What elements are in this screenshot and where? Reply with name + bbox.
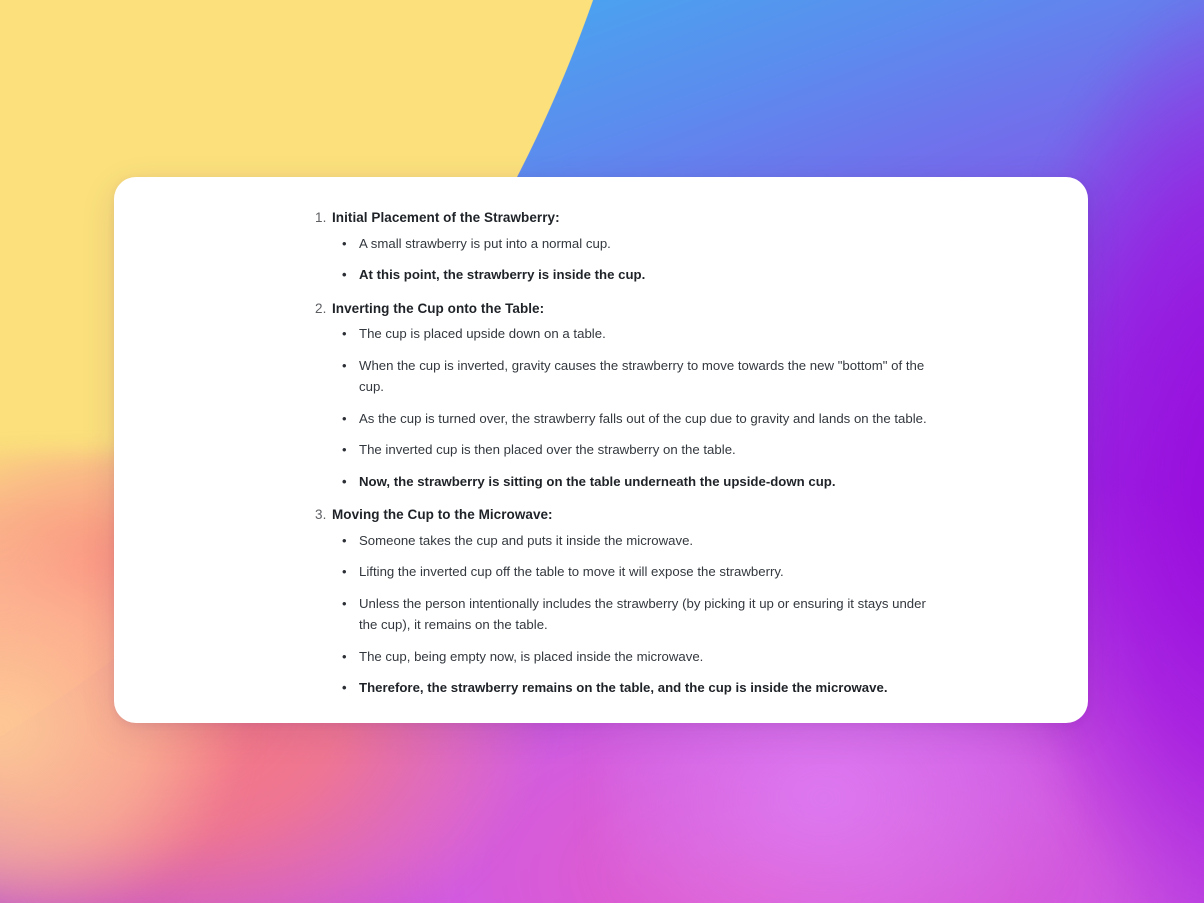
bullet-item: As the cup is turned over, the strawberr… xyxy=(342,408,935,430)
bullet-list: Someone takes the cup and puts it inside… xyxy=(342,530,935,699)
step-heading: Inverting the Cup onto the Table: xyxy=(315,299,545,318)
bullet-item-emphasis: Therefore, the strawberry remains on the… xyxy=(342,677,935,699)
bullet-item-emphasis: At this point, the strawberry is inside … xyxy=(342,264,935,286)
bullet-list: The cup is placed upside down on a table… xyxy=(342,323,935,492)
bullet-item: The cup, being empty now, is placed insi… xyxy=(342,646,935,668)
bullet-item: Someone takes the cup and puts it inside… xyxy=(342,530,935,552)
bullet-item: The cup is placed upside down on a table… xyxy=(342,323,935,345)
desktop-wallpaper: Initial Placement of the Strawberry: A sm… xyxy=(0,0,1204,903)
step-heading: Initial Placement of the Strawberry: xyxy=(315,208,560,227)
answer-card: Initial Placement of the Strawberry: A sm… xyxy=(114,177,1088,723)
step-item: Inverting the Cup onto the Table: The cup… xyxy=(315,299,935,493)
bullet-item: When the cup is inverted, gravity causes… xyxy=(342,355,935,398)
bullet-item: Unless the person intentionally includes… xyxy=(342,593,935,636)
step-item: Initial Placement of the Strawberry: A sm… xyxy=(315,208,935,286)
bullet-item: Lifting the inverted cup off the table t… xyxy=(342,561,935,583)
step-list: Initial Placement of the Strawberry: A sm… xyxy=(315,208,935,699)
step-item: Moving the Cup to the Microwave: Someone … xyxy=(315,505,935,699)
step-heading: Moving the Cup to the Microwave: xyxy=(315,505,553,524)
bullet-list: A small strawberry is put into a normal … xyxy=(342,233,935,286)
answer-content: Initial Placement of the Strawberry: A sm… xyxy=(315,208,935,699)
bullet-item: The inverted cup is then placed over the… xyxy=(342,439,935,461)
bullet-item: A small strawberry is put into a normal … xyxy=(342,233,935,255)
bullet-item-emphasis: Now, the strawberry is sitting on the ta… xyxy=(342,471,935,493)
